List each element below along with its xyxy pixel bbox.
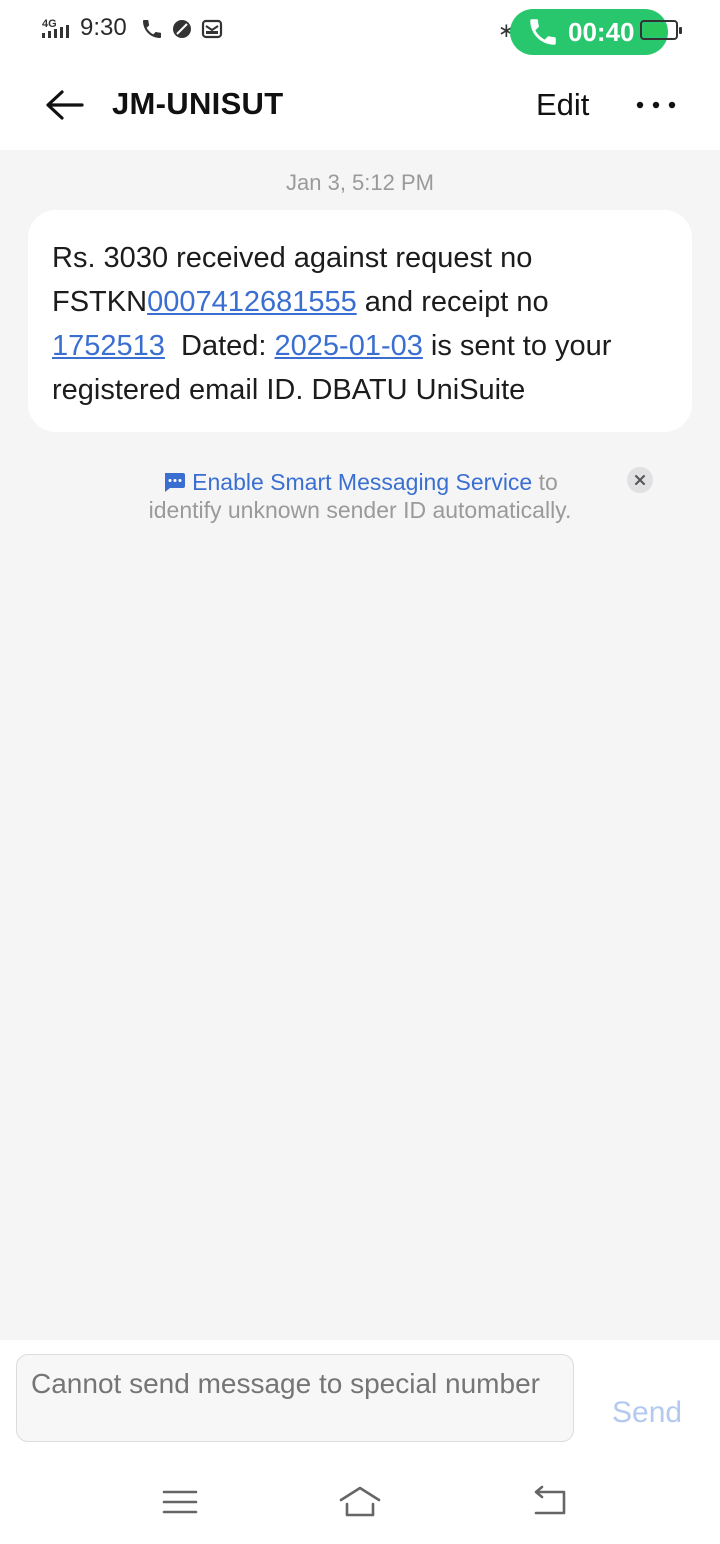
phone-icon: [143, 20, 161, 38]
message-timestamp: Jan 3, 5:12 PM: [286, 170, 434, 195]
smart-messaging-banner: Enable Smart Messaging Service to identi…: [0, 468, 720, 524]
message-text: Dated:: [164, 330, 275, 362]
conversation-area[interactable]: Jan 3, 5:12 PM Rs. 3030 received against…: [0, 150, 720, 1340]
enable-smart-messaging-link[interactable]: Enable Smart Messaging Service: [192, 469, 532, 495]
request-number-link[interactable]: 0007412681555: [147, 286, 357, 318]
message-line-4: registered email ID. DBATU UniSuite: [52, 368, 668, 412]
edit-button[interactable]: Edit: [536, 87, 589, 123]
message-text: Rs. 3030 received against request no: [52, 242, 533, 274]
message-line-2: FSTKN0007412681555 and receipt no: [52, 280, 668, 324]
message-text: is sent to your: [422, 330, 612, 362]
clock: 9:30: [80, 14, 127, 41]
home-icon[interactable]: [338, 1482, 382, 1522]
svg-text:4G: 4G: [42, 18, 57, 30]
battery-icon: [640, 20, 682, 40]
message-line-3: 1752513 Dated: 2025-01-03 is sent to you…: [52, 324, 668, 368]
message-text: registered email ID. DBATU UniSuite: [52, 374, 526, 406]
chat-bubble-icon: [165, 473, 186, 492]
send-button[interactable]: Send: [612, 1396, 682, 1430]
leaf-icon: [173, 20, 191, 38]
smart-messaging-line-2: identify unknown sender ID automatically…: [148, 497, 572, 523]
call-timer: 00:40: [568, 16, 635, 47]
message-input[interactable]: [16, 1354, 574, 1442]
more-icon[interactable]: [630, 88, 682, 122]
status-bar: 4G 9:30 ∗ 00:40: [0, 0, 720, 60]
close-icon[interactable]: [627, 467, 653, 493]
message-text: FSTKN: [52, 286, 148, 318]
call-icon: [530, 19, 556, 45]
message-composer: Send: [0, 1340, 720, 1460]
navigation-bar: [0, 1460, 720, 1544]
mail-icon: [201, 19, 223, 39]
sender-title: JM-UNISUT: [112, 86, 284, 121]
back-arrow-icon[interactable]: [40, 84, 90, 126]
message-line-1: Rs. 3030 received against request no: [52, 236, 668, 280]
smart-messaging-line-1: Enable Smart Messaging Service to: [0, 468, 720, 496]
menu-icon[interactable]: [158, 1482, 202, 1522]
back-icon[interactable]: [528, 1482, 572, 1522]
receipt-number-link[interactable]: 1752513: [52, 330, 165, 362]
date-link[interactable]: 2025-01-03: [275, 330, 423, 362]
conversation-header: JM-UNISUT Edit: [0, 60, 720, 150]
smart-messaging-text: to: [532, 469, 558, 495]
signal-icon: 4G: [42, 18, 69, 38]
message-text: and receipt no: [356, 286, 549, 318]
message-bubble[interactable]: Rs. 3030 received against request no FST…: [28, 210, 692, 432]
